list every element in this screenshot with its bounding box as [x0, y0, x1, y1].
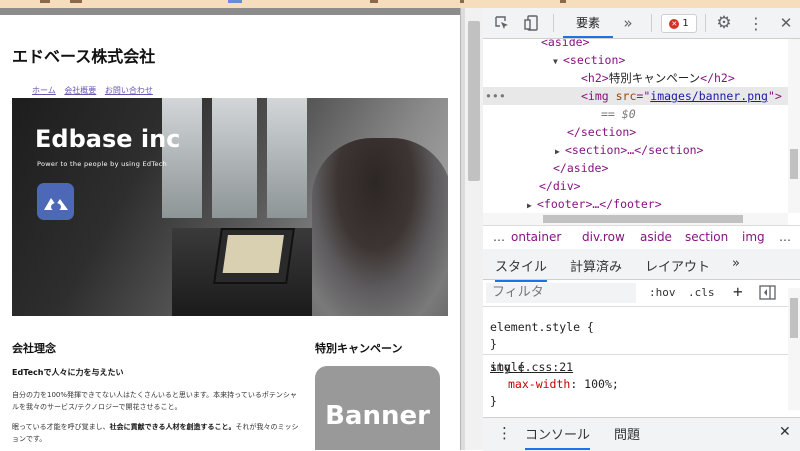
breadcrumb-img[interactable]: img	[742, 230, 765, 244]
kebab-menu-icon[interactable]: ⋮	[747, 14, 765, 33]
dom-horizontal-scrollbar[interactable]	[483, 213, 788, 225]
tab-computed[interactable]: 計算済み	[570, 256, 622, 275]
breadcrumb-overflow-right[interactable]: …	[779, 230, 791, 244]
more-tabs-button[interactable]: »	[619, 14, 637, 32]
img-src-link[interactable]: images/banner.png	[650, 89, 768, 103]
mission-heading: EdTechで人々に力を与えたい	[12, 368, 124, 377]
dom-node-section-close[interactable]: </section>	[567, 123, 800, 141]
drawer-tabbar: ⋮ コンソール 問題 ✕	[483, 417, 800, 451]
breadcrumb-section[interactable]: section	[685, 230, 728, 244]
hero-image: Edbase inc Power to the people by using …	[12, 98, 448, 316]
hero-title: Edbase inc	[35, 125, 181, 153]
dom-tree: <aside> ▼ <section> <h2>特別キャンペーン</h2> •••…	[483, 39, 800, 213]
breadcrumb: … ontainer div.row aside section img …	[483, 225, 800, 251]
bold-statement: 社会に貢献できる人材を創造すること。	[109, 423, 236, 431]
error-icon: ✕	[669, 18, 680, 29]
person-figure	[312, 138, 448, 316]
dom-node-div-close[interactable]: </div>	[539, 177, 800, 195]
drawer-menu-icon[interactable]: ⋮	[497, 424, 512, 442]
close-devtools-icon[interactable]: ✕	[777, 14, 795, 32]
device-toolbar-icon[interactable]	[523, 14, 541, 32]
cls-toggle[interactable]: .cls	[688, 286, 715, 299]
tab-layout[interactable]: レイアウト	[645, 256, 710, 275]
philosophy-heading: 会社理念	[12, 342, 56, 355]
dom-node-footer[interactable]: ▶ <footer>…</footer>	[527, 195, 800, 213]
page-scrollbar[interactable]	[465, 8, 483, 450]
inspect-element-icon[interactable]	[493, 14, 511, 32]
close-drawer-icon[interactable]: ✕	[779, 424, 791, 440]
error-counter-badge[interactable]: ✕ 1	[661, 14, 697, 33]
site-title: エドベース株式会社	[12, 47, 156, 66]
philosophy-paragraph-2: 眠っている才能を呼び覚まし、社会に貢献できる人材を創造すること。それが我々のミッ…	[12, 423, 299, 443]
philosophy-paragraph-1: 自分の力を100%発揮できてない人はたくさんいると思います。本来持っているポテン…	[12, 391, 297, 411]
settings-gear-icon[interactable]: ⚙	[715, 13, 733, 33]
dom-node-aside-close[interactable]: </aside>	[553, 159, 800, 177]
styles-filter-row: フィルタ :hov .cls +	[483, 280, 800, 307]
mountain-logo-icon	[37, 183, 74, 220]
element-style-selector[interactable]: element.style {	[490, 319, 594, 336]
styles-filter-input[interactable]: フィルタ	[486, 283, 636, 303]
breadcrumb-container[interactable]: ontainer	[511, 230, 561, 244]
devtools-panel: 要素 » ✕ 1 ⚙ ⋮ ✕ <aside> ▼ <section> <h2>特別…	[483, 8, 800, 451]
site-nav: ホーム 会社概要 お問い合わせ	[32, 85, 159, 96]
banner-image: Banner	[315, 366, 440, 450]
webpage-viewport: エドベース株式会社 ホーム 会社概要 お問い合わせ Edbase inc Pow…	[0, 8, 460, 450]
rule-source-link[interactable]: style.css:21	[490, 359, 788, 376]
element-style-close: }	[490, 337, 497, 351]
style-rules: element.style { } img { style.css:21 max…	[483, 307, 788, 417]
breadcrumb-overflow-left[interactable]: …	[493, 230, 505, 244]
dom-node-h2[interactable]: <h2>特別キャンペーン</h2>	[581, 69, 800, 87]
dom-selected-marker: == $0	[601, 107, 636, 121]
devtools-toolbar: 要素 » ✕ 1 ⚙ ⋮ ✕	[483, 8, 800, 39]
img-rule-close: }	[490, 394, 497, 408]
toggle-sidebar-icon[interactable]	[759, 285, 776, 303]
rule-declaration[interactable]: max-width: 100%;	[508, 376, 619, 393]
tab-elements[interactable]: 要素	[563, 8, 613, 38]
nav-link-home[interactable]: ホーム	[32, 86, 56, 95]
nav-link-contact[interactable]: お問い合わせ	[105, 86, 153, 95]
hov-toggle[interactable]: :hov	[649, 286, 676, 299]
node-options-icon[interactable]: •••	[485, 87, 506, 105]
campaign-heading: 特別キャンペーン	[315, 342, 403, 355]
styles-scrollbar[interactable]	[788, 288, 800, 410]
tab-issues[interactable]: 問題	[614, 424, 640, 443]
new-rule-plus-icon[interactable]: +	[733, 282, 743, 301]
breadcrumb-div-row[interactable]: div.row	[582, 230, 625, 244]
dom-node-section[interactable]: ▼ <section>	[553, 51, 800, 69]
hero-subtitle: Power to the people by using EdTech	[37, 160, 168, 168]
dom-node-aside[interactable]: <aside>	[541, 39, 800, 51]
more-style-tabs-button[interactable]: »	[732, 256, 740, 271]
dom-vertical-scrollbar[interactable]	[788, 39, 800, 213]
browser-top-strip	[0, 0, 800, 8]
laptop-illustration	[213, 228, 295, 284]
styles-tabbar: スタイル 計算済み レイアウト »	[483, 249, 800, 282]
nav-link-about[interactable]: 会社概要	[64, 86, 96, 95]
tab-console[interactable]: コンソール	[525, 424, 591, 450]
dom-node-section-collapsed[interactable]: ▶ <section>…</section>	[555, 141, 800, 159]
breadcrumb-aside[interactable]: aside	[640, 230, 672, 244]
dom-node-img-selected[interactable]: ••• <img src="images/banner.png">	[483, 87, 788, 105]
tab-styles[interactable]: スタイル	[495, 256, 548, 282]
